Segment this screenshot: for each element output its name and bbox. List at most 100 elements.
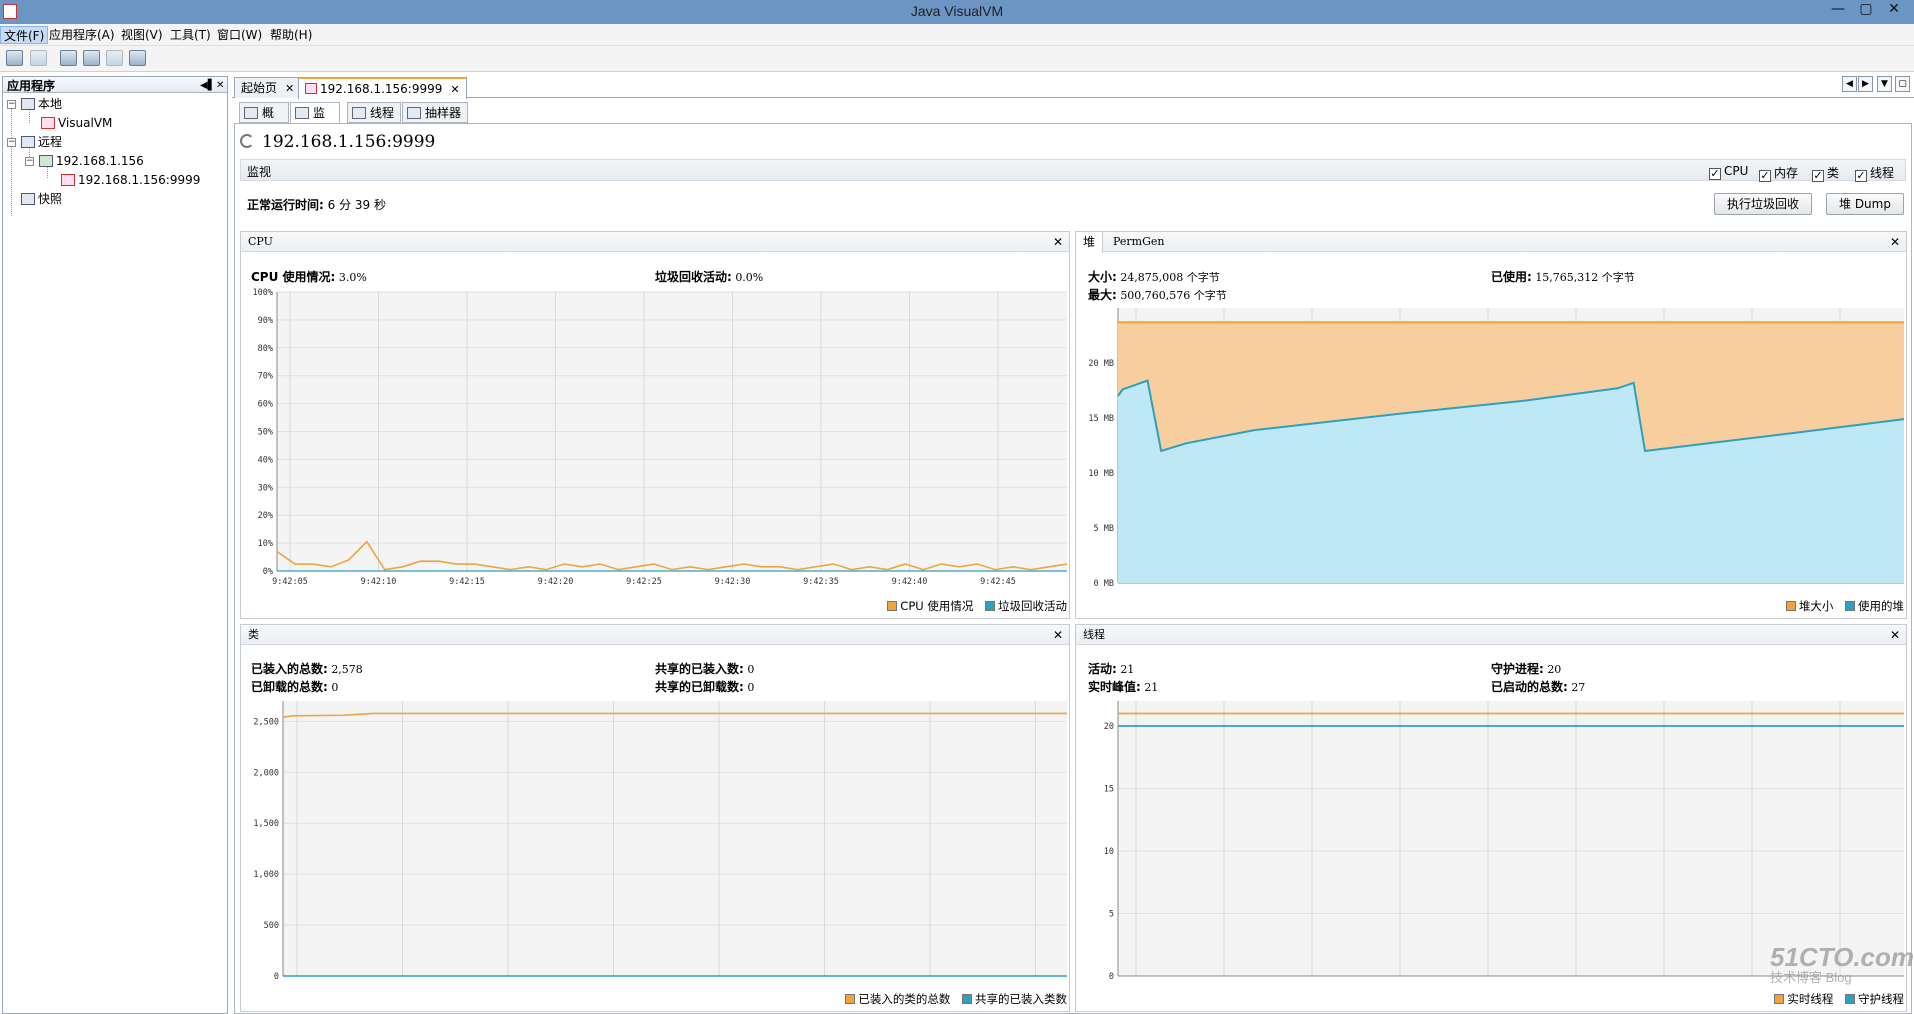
y-tick-label: 2,500 — [253, 717, 279, 727]
cpu-chart: 0% 10% 20% 30% 40% 50% 60% 70% 80% 90% 100% 9:42:05… — [253, 288, 1068, 587]
tab-heap[interactable]: 堆 — [1076, 232, 1104, 253]
tab-threads[interactable]: 线程 — [347, 102, 401, 123]
window-title: Java VisualVM — [910, 3, 1004, 19]
checkbox-classes[interactable]: ✓ 类 — [1812, 164, 1839, 182]
java-app-icon — [61, 174, 75, 186]
y-tick-label: 60% — [258, 400, 273, 410]
loading-spinner-icon — [240, 134, 254, 148]
tree-guide — [11, 104, 12, 216]
y-tick-label: 15 MB — [1088, 414, 1114, 424]
threads-chart: 051015209:42:059:42:109:42:159:42:209:42… — [1104, 701, 1904, 981]
tab-jmx-connection[interactable]: 192.168.1.156:9999 ✕ — [298, 77, 467, 99]
tree-node-visualvm[interactable]: VisualVM — [41, 115, 112, 131]
toolbar — [0, 46, 1914, 72]
checkbox-mark-icon: ✓ — [1759, 169, 1771, 182]
profiler-snapshot-icon[interactable] — [106, 50, 123, 66]
applications-panel: 应用程序 ◀▌ ✕ − 本地 VisualVM − 远程 − 192.168.1… — [2, 76, 228, 1014]
y-tick-label: 0 — [274, 972, 279, 981]
tree-node-remote[interactable]: 远程 — [21, 134, 62, 150]
remote-hosts-icon — [21, 136, 35, 148]
heap-dump-icon[interactable] — [83, 50, 100, 66]
menu-bar: 文件(F) 应用程序(A) 视图(V) 工具(T) 窗口(W) 帮助(H) — [0, 24, 1914, 46]
x-tick-label: 9:42:05 — [272, 577, 308, 587]
checkbox-memory[interactable]: ✓ 内存 — [1759, 164, 1798, 182]
threads-live-stat: 活动: 21 — [1088, 662, 1135, 676]
menu-application[interactable]: 应用程序(A) — [46, 26, 118, 44]
perform-gc-button[interactable]: 执行垃圾回收 — [1714, 193, 1813, 215]
uptime-value: 6 分 39 秒 — [327, 198, 386, 212]
checkbox-mark-icon: ✓ — [1812, 169, 1824, 182]
checkbox-cpu[interactable]: ✓ CPU — [1709, 164, 1748, 180]
tree-collapse-local[interactable]: − — [7, 100, 16, 109]
y-tick-label: 1,500 — [253, 819, 279, 829]
y-tick-label: 10 MB — [1088, 469, 1114, 479]
close-panel-icon[interactable]: ✕ — [1890, 232, 1900, 252]
close-panel-icon[interactable]: ✕ — [216, 77, 224, 95]
close-tab-icon[interactable]: ✕ — [285, 82, 294, 95]
x-tick-label: 9:42:35 — [803, 577, 839, 587]
add-jmx-connection-icon[interactable] — [6, 50, 23, 66]
java-app-icon — [41, 117, 55, 129]
y-tick-label: 30% — [258, 483, 273, 493]
tab-scroll-right-icon[interactable]: ▶ — [1858, 76, 1873, 92]
heap-dump-button[interactable]: 堆 Dump — [1826, 193, 1904, 215]
menu-view[interactable]: 视图(V) — [118, 26, 166, 44]
document-tabs: 起始页 ✕ 192.168.1.156:9999 ✕ — [232, 76, 1914, 99]
cpu-legend: CPU 使用情况 垃圾回收活动 — [879, 598, 1067, 614]
menu-window[interactable]: 窗口(W) — [214, 26, 265, 44]
tree-node-local[interactable]: 本地 — [21, 96, 62, 112]
classes-loaded-stat: 已装入的总数: 2,578 — [251, 662, 363, 676]
close-tab-icon[interactable]: ✕ — [450, 83, 459, 96]
legend-swatch — [985, 601, 995, 611]
y-tick-label: 0 MB — [1094, 579, 1114, 588]
thread-dump-icon[interactable] — [60, 50, 77, 66]
heap-chart: 0 MB5 MB10 MB15 MB20 MB9:42:059:42:109:4… — [1088, 308, 1905, 588]
cpu-usage-stat: CPU 使用情况: 3.0% — [251, 270, 367, 284]
java-app-icon — [305, 83, 317, 94]
computer-icon — [21, 98, 35, 110]
heap-max-stat: 最大: 500,760,576 个字节 — [1088, 288, 1227, 302]
tab-list-icon[interactable]: ▼ — [1877, 76, 1892, 92]
checkbox-mark-icon: ✓ — [1709, 167, 1721, 180]
legend-swatch — [1774, 994, 1785, 1004]
y-tick-label: 10 — [1104, 847, 1114, 857]
cpu-panel-header: CPU ✕ — [241, 232, 1069, 252]
tab-overview[interactable]: 概述 — [239, 102, 289, 140]
tree-node-jmx[interactable]: 192.168.1.156:9999 — [61, 172, 200, 188]
minimize-panel-icon[interactable]: ◀▌ — [200, 77, 215, 95]
y-tick-label: 20% — [258, 511, 273, 521]
tree-collapse-remote[interactable]: − — [7, 138, 16, 147]
tab-start-page[interactable]: 起始页 ✕ — [234, 77, 302, 98]
tree-node-snapshots[interactable]: 快照 — [21, 191, 62, 207]
y-tick-label: 100% — [253, 288, 273, 298]
close-panel-icon[interactable]: ✕ — [1053, 625, 1063, 645]
shared-loaded-stat: 共享的已装入数: 0 — [655, 662, 755, 676]
close-window-button[interactable]: ✕ — [1874, 0, 1914, 22]
close-panel-icon[interactable]: ✕ — [1890, 625, 1900, 645]
tab-scroll-left-icon[interactable]: ◀ — [1842, 76, 1857, 92]
classes-panel-header: 类 ✕ — [241, 625, 1069, 645]
checkbox-threads[interactable]: ✓ 线程 — [1855, 164, 1894, 182]
close-panel-icon[interactable]: ✕ — [1053, 232, 1063, 252]
menu-file[interactable]: 文件(F) — [0, 26, 49, 44]
maximize-document-icon[interactable]: ▢ — [1895, 76, 1910, 92]
menu-help[interactable]: 帮助(H) — [267, 26, 315, 44]
tree-node-host[interactable]: 192.168.1.156 — [39, 153, 144, 169]
legend-swatch — [1845, 994, 1855, 1004]
legend-swatch — [962, 994, 972, 1004]
threads-peak-stat: 实时峰值: 21 — [1088, 680, 1159, 694]
applications-panel-header: 应用程序 ◀▌ ✕ — [3, 77, 227, 93]
heap-size-stat: 大小: 24,875,008 个字节 — [1088, 270, 1220, 284]
tree-collapse-host[interactable]: − — [25, 157, 34, 166]
menu-tools[interactable]: 工具(T) — [167, 26, 214, 44]
y-tick-label: 5 MB — [1094, 524, 1114, 534]
add-remote-host-icon[interactable] — [30, 50, 47, 66]
y-tick-label: 2,000 — [253, 768, 279, 778]
tab-monitor[interactable]: 监视 — [290, 102, 340, 140]
applications-panel-title: 应用程序 — [7, 79, 56, 93]
tab-sampler[interactable]: 抽样器 — [402, 102, 468, 123]
tab-permgen[interactable]: PermGen — [1106, 232, 1172, 252]
y-tick-label: 500 — [264, 921, 279, 931]
application-snapshot-icon[interactable] — [129, 50, 146, 66]
shared-unloaded-stat: 共享的已卸载数: 0 — [655, 680, 755, 694]
